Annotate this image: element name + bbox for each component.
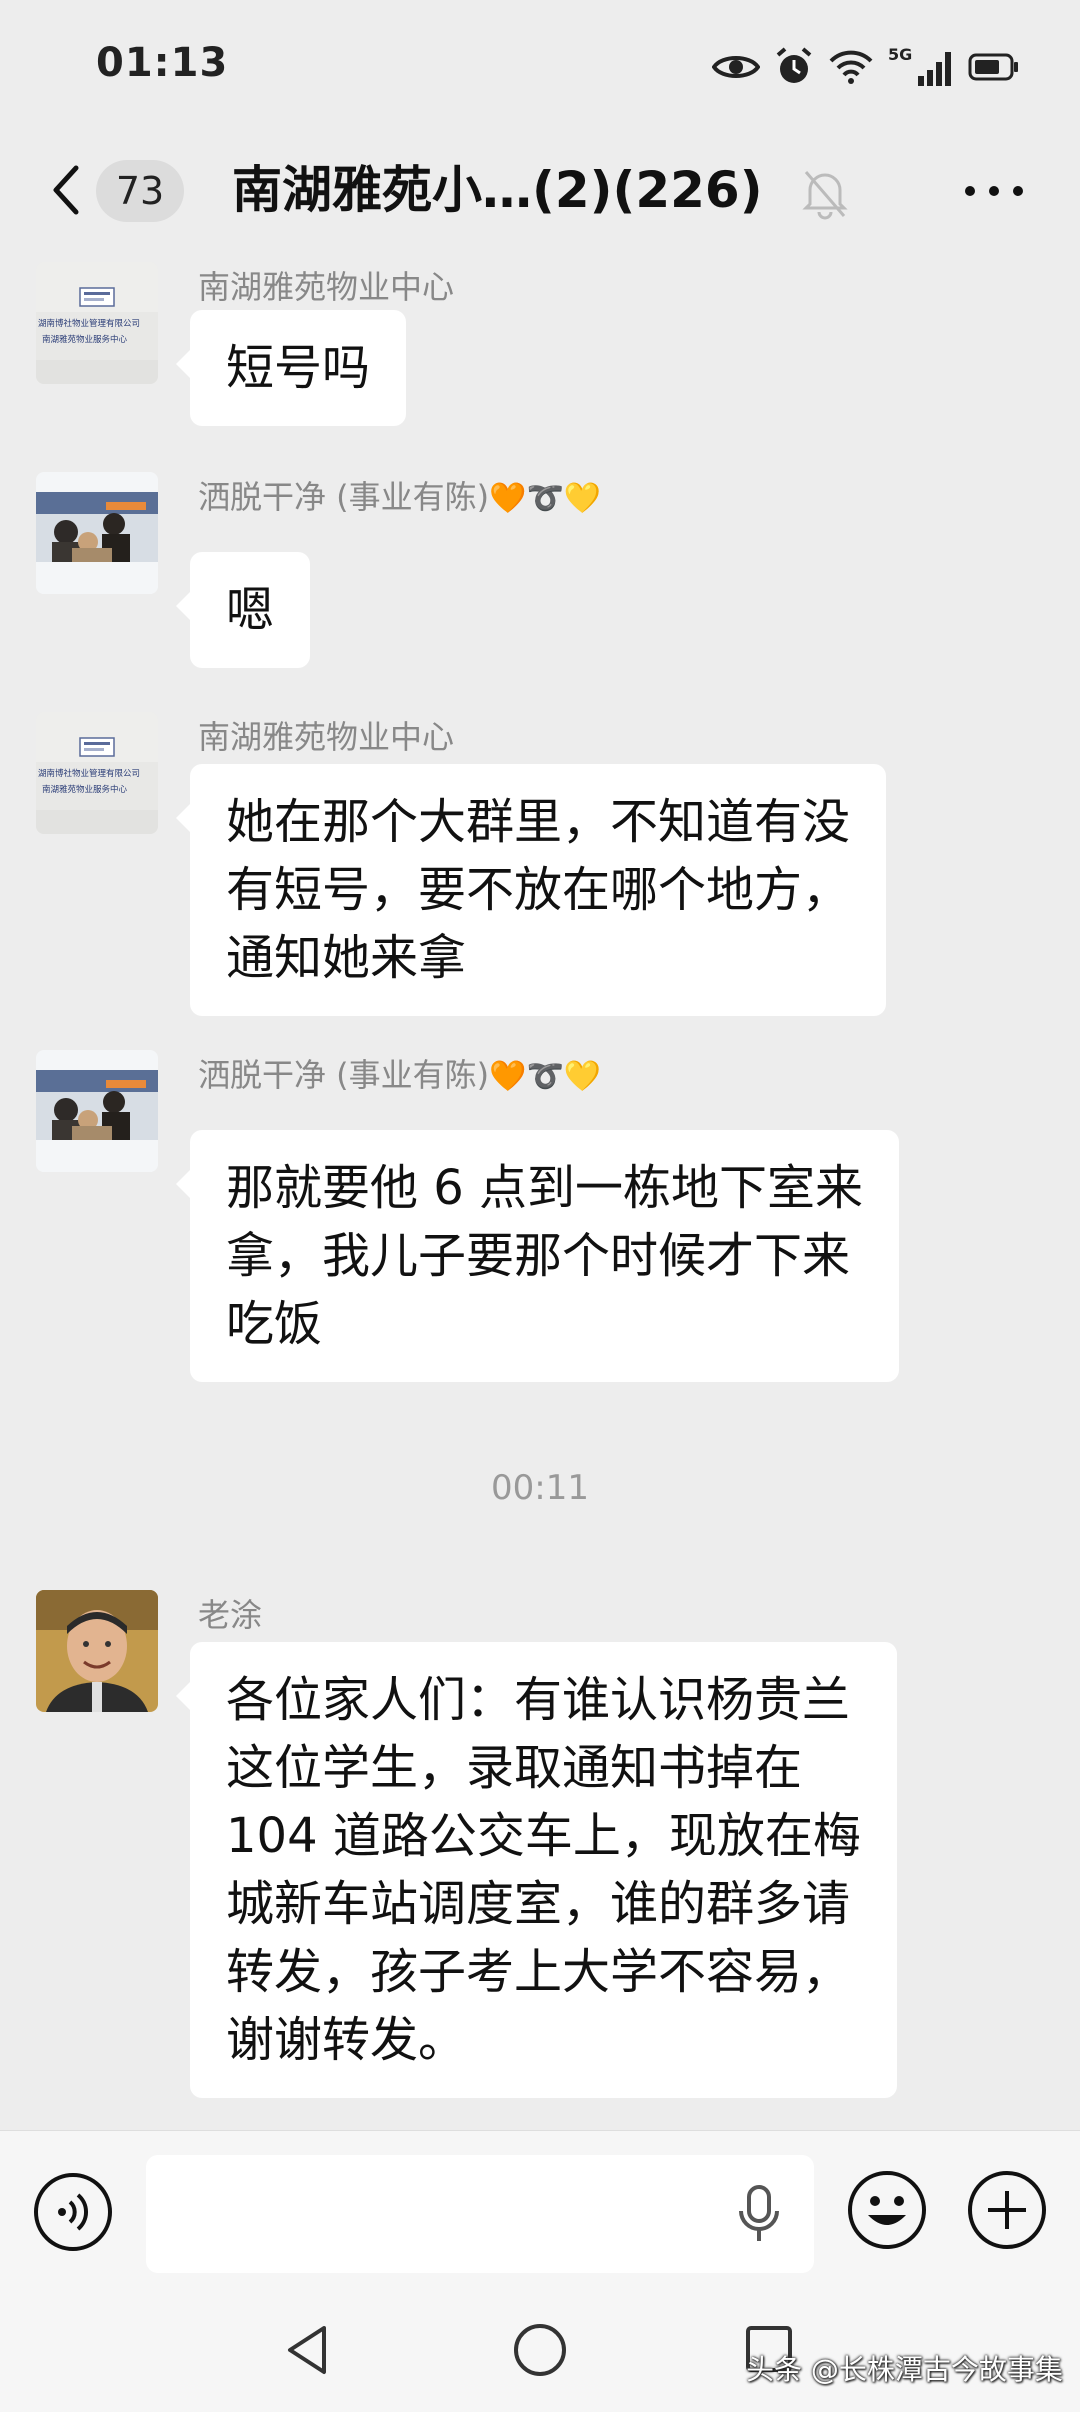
message-line: 谢谢转发。 <box>226 2012 467 2068</box>
sender-name: 洒脱干净 (事业有陈)🧡➰💛 <box>198 1050 601 1096</box>
avatar-property-center[interactable]: 湖南博社物业管理有限公司 南湖雅苑物业服务中心 <box>36 262 158 384</box>
message-line: 各位家人们：有谁认识杨贵兰 <box>226 1672 851 1728</box>
avatar-logo-line-1: 湖南博社物业管理有限公司 <box>38 318 140 329</box>
message-line: 她在那个大群里，不知道有没 <box>226 794 851 850</box>
message-line: 104 道路公交车上，现放在梅 <box>226 1808 861 1864</box>
bell-off-icon <box>802 171 848 220</box>
nav-home-icon[interactable] <box>512 2322 568 2378</box>
sender-emoji: 🧡➰💛 <box>489 1059 602 1094</box>
message-line: 这位学生，录取通知书掉在 <box>226 1740 803 1796</box>
plus-icon[interactable] <box>966 2169 1048 2251</box>
message-bubble[interactable]: 那就要他 6 点到一栋地下室来 拿，我儿子要那个时候才下来 吃饭 <box>175 1130 900 1382</box>
avatar-lao-tu[interactable] <box>36 1590 158 1712</box>
avatar-logo-line-2: 南湖雅苑物业服务中心 <box>42 784 128 795</box>
message-input[interactable] <box>146 2155 814 2273</box>
back-button[interactable] <box>46 160 86 220</box>
message-line: 吃饭 <box>226 1296 323 1352</box>
message-timestamp: 00:11 <box>491 1468 589 1508</box>
avatar-property-center[interactable]: 湖南博社物业管理有限公司 南湖雅苑物业服务中心 <box>36 712 158 834</box>
emoji-icon[interactable] <box>846 2169 928 2251</box>
sender-name-text: 洒脱干净 (事业有陈) <box>198 478 490 516</box>
status-icons: 5G <box>712 44 1020 90</box>
sender-emoji: 🧡➰💛 <box>489 481 602 516</box>
message-bubble[interactable]: 她在那个大群里，不知道有没 有短号，要不放在哪个地方， 通知她来拿 <box>175 764 887 1016</box>
battery-icon <box>968 53 1018 81</box>
unread-badge[interactable]: 73 <box>96 160 184 222</box>
message-bubble[interactable]: 嗯 <box>175 552 311 668</box>
sender-name: 南湖雅苑物业中心 <box>198 268 455 306</box>
alarm-icon <box>776 47 812 83</box>
chat-header: 73 南湖雅苑小…(2)(226) <box>0 140 1080 240</box>
sender-name: 洒脱干净 (事业有陈)🧡➰💛 <box>198 472 601 518</box>
message-line: 转发，孩子考上大学不容易， <box>226 1944 851 2000</box>
avatar-logo-line-1: 湖南博社物业管理有限公司 <box>38 768 140 779</box>
signal-5g-icon: 5G <box>888 46 951 86</box>
eye-icon <box>712 56 760 78</box>
watermark: 头条 @长株潭古今故事集 <box>746 2353 1063 2386</box>
sender-name: 南湖雅苑物业中心 <box>198 718 455 756</box>
voice-icon[interactable] <box>32 2171 114 2253</box>
avatar-user-photo[interactable] <box>36 1050 158 1172</box>
input-bar <box>0 2130 1080 2290</box>
microphone-icon[interactable] <box>736 2185 782 2245</box>
message-line: 嗯 <box>226 582 275 638</box>
sender-name-text: 洒脱干净 (事业有陈) <box>198 1056 490 1094</box>
avatar-user-photo[interactable] <box>36 472 158 594</box>
system-nav-bar: 头条 @长株潭古今故事集 <box>0 2290 1080 2412</box>
status-bar: 01:13 5G <box>0 0 1080 135</box>
message-line: 有短号，要不放在哪个地方， <box>226 862 851 918</box>
avatar-logo-line-2: 南湖雅苑物业服务中心 <box>42 334 128 345</box>
message-line: 拿，我儿子要那个时候才下来 <box>226 1228 851 1284</box>
message-bubble[interactable]: 短号吗 <box>175 310 407 426</box>
message-bubble[interactable]: 各位家人们：有谁认识杨贵兰 这位学生，录取通知书掉在 104 道路公交车上，现放… <box>176 1642 897 2098</box>
nav-back-icon[interactable] <box>282 2322 332 2378</box>
more-button[interactable] <box>962 164 1026 218</box>
network-label: 5G <box>888 46 912 64</box>
chat-title: 南湖雅苑小…(2)(226) <box>232 161 763 219</box>
message-line: 通知她来拿 <box>226 930 467 986</box>
wifi-icon <box>829 50 873 84</box>
sender-name: 老涂 <box>198 1596 263 1634</box>
message-line: 短号吗 <box>226 340 371 396</box>
status-time: 01:13 <box>96 40 229 86</box>
message-line: 那就要他 6 点到一栋地下室来 <box>226 1160 864 1216</box>
message-line: 城新车站调度室，谁的群多请 <box>226 1876 851 1932</box>
